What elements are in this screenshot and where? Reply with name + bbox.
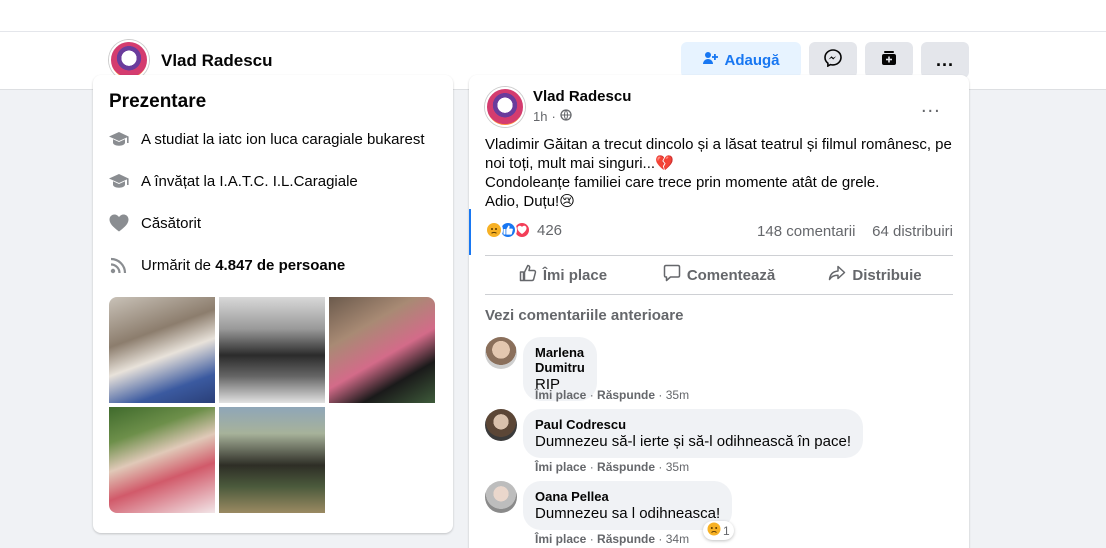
like-button[interactable]: Îmi place (485, 257, 641, 293)
post-timestamp: 1h · (533, 109, 572, 124)
messenger-button[interactable] (809, 42, 857, 78)
intro-item-relationship: Căsătorit (109, 211, 201, 235)
comment-time[interactable]: 35m (666, 388, 689, 402)
post-options-button[interactable]: ... (921, 95, 941, 118)
like-button-label: Îmi place (542, 266, 608, 284)
post-author-avatar[interactable] (485, 87, 525, 127)
comment-reply-link[interactable]: Răspunde (597, 460, 655, 474)
intro-item-studied: A studiat la iatc ion luca caragiale buk… (109, 127, 425, 151)
intro-item-label: A învățat la I.A.T.C. I.L.Caragiale (141, 172, 358, 190)
post-text-line: Adio, Duțu!😢 (485, 193, 575, 210)
focus-indicator (469, 209, 471, 255)
comment-button-label: Comentează (686, 266, 776, 284)
post-stats: 148 comentarii 64 distribuiri (757, 223, 953, 240)
comment-icon (663, 264, 681, 286)
comment-text: Dumnezeu sa l odihneasca! (535, 505, 721, 522)
followers-prefix: Urmărit de (141, 256, 216, 274)
post-text-line: Vladimir Găitan a trecut dincolo și a lă… (485, 136, 952, 172)
comment-like-link[interactable]: Îmi place (535, 532, 586, 546)
share-button[interactable]: Distribuie (797, 257, 953, 293)
reactions-summary[interactable]: 426 (485, 221, 562, 239)
comment-reaction-badge[interactable]: 1 (703, 521, 734, 540)
profile-name[interactable]: Vlad Radescu (161, 51, 273, 71)
add-friend-button[interactable]: Adaugă (681, 42, 801, 78)
photo-thumbnail[interactable] (109, 407, 215, 513)
share-button-label: Distribuie (852, 266, 922, 284)
profile-avatar[interactable] (109, 40, 149, 80)
heart-icon (109, 213, 129, 233)
commenter-name[interactable]: Marlena Dumitru (535, 345, 585, 375)
add-friend-label: Adaugă (724, 51, 780, 69)
top-bar (0, 0, 1106, 32)
comment-button[interactable]: Comentează (641, 257, 797, 293)
followers-count[interactable]: 4.847 de persoane (215, 257, 345, 274)
more-button[interactable]: ... (921, 42, 969, 78)
commenter-avatar[interactable] (485, 409, 517, 441)
divider (485, 294, 953, 295)
comment-meta: Îmi place · Răspunde · 35m (535, 460, 690, 474)
post-card: Vlad Radescu 1h · ... Vladimir Găitan a … (469, 75, 969, 548)
comment-time[interactable]: 34m (666, 532, 689, 546)
commenter-avatar[interactable] (485, 337, 517, 369)
intro-item-followers: Urmărit de 4.847 de persoane (109, 253, 345, 277)
post-body: Vladimir Găitan a trecut dincolo și a lă… (485, 135, 955, 211)
sad-reaction-icon (707, 522, 721, 539)
rss-icon (109, 255, 129, 275)
photo-grid (109, 297, 435, 513)
comment-reply-link[interactable]: Răspunde (597, 388, 655, 402)
photo-thumbnail[interactable] (219, 297, 325, 403)
post-author-name[interactable]: Vlad Radescu (533, 88, 631, 105)
commenter-name[interactable]: Oana Pellea (535, 489, 720, 504)
intro-card: Prezentare A studiat la iatc ion luca ca… (93, 75, 453, 533)
intro-item-learned: A învățat la I.A.T.C. I.L.Caragiale (109, 169, 358, 193)
graduation-cap-icon (109, 171, 129, 191)
share-arrow-icon (828, 264, 846, 286)
comment-text: Dumnezeu să-l ierte și să-l odihnească î… (535, 433, 851, 450)
photo-thumbnail[interactable] (219, 407, 325, 513)
shares-count-link[interactable]: 64 distribuiri (872, 223, 953, 240)
comment-time[interactable]: 35m (666, 460, 689, 474)
intro-item-label: Căsătorit (141, 214, 202, 232)
sad-reaction-icon (485, 221, 503, 239)
box-add-icon (880, 49, 898, 71)
post-actions: Îmi place Comentează Distribuie (485, 257, 953, 293)
divider (485, 255, 953, 256)
reaction-count: 426 (537, 221, 563, 239)
view-previous-comments-link[interactable]: Vezi comentariile anterioare (485, 307, 683, 324)
comment-bubble: Paul Codrescu Dumnezeu să-l ierte și să-… (523, 409, 863, 458)
comment-like-link[interactable]: Îmi place (535, 388, 586, 402)
add-person-icon (702, 50, 719, 70)
comment-reaction-count: 1 (723, 523, 730, 538)
comment-reply-link[interactable]: Răspunde (597, 532, 655, 546)
intro-title: Prezentare (109, 91, 207, 112)
post-time-label[interactable]: 1h (533, 109, 547, 124)
commenter-name[interactable]: Paul Codrescu (535, 417, 851, 432)
comment-bubble: Oana Pellea Dumnezeu sa l odihneasca! (523, 481, 733, 530)
archive-button[interactable] (865, 42, 913, 78)
graduation-cap-icon (109, 129, 129, 149)
globe-icon (560, 109, 572, 124)
comment-meta: Îmi place · Răspunde · 34m (535, 532, 690, 546)
post-text-line: Condoleanțe familiei care trece prin mom… (485, 174, 880, 191)
comment-like-link[interactable]: Îmi place (535, 460, 586, 474)
photo-thumbnail[interactable] (109, 297, 215, 403)
messenger-icon (824, 49, 842, 71)
commenter-avatar[interactable] (485, 481, 517, 513)
thumbs-up-icon (519, 264, 537, 286)
photo-thumbnail[interactable] (329, 297, 435, 403)
comments-count-link[interactable]: 148 comentarii (757, 223, 855, 240)
intro-item-label: A studiat la iatc ion luca caragiale buk… (141, 130, 425, 148)
comment-meta: Îmi place · Răspunde · 35m (535, 388, 690, 402)
